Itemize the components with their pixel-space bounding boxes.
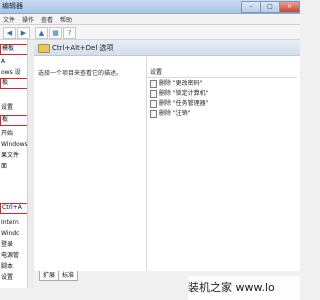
window-title: 编辑器 bbox=[2, 2, 23, 10]
list-column-header[interactable]: 设置 bbox=[147, 67, 297, 78]
menu-file[interactable]: 文件 bbox=[3, 15, 15, 24]
help-icon[interactable]: ? bbox=[63, 27, 76, 39]
tab-standard[interactable]: 标准 bbox=[58, 271, 79, 281]
list-item-label: 删除 "更改密码" bbox=[159, 80, 203, 87]
list-item[interactable]: 删除 "更改密码" bbox=[147, 79, 297, 88]
menu-bar: 文件 操作 查看 帮助 bbox=[0, 14, 300, 25]
up-folder-icon[interactable]: ▲ bbox=[35, 27, 48, 39]
maximize-button[interactable]: □ bbox=[260, 1, 280, 13]
list-item[interactable]: 删除 "注销" bbox=[147, 109, 297, 118]
forward-icon[interactable]: ▶ bbox=[17, 27, 30, 39]
minimize-button[interactable]: – bbox=[241, 1, 261, 13]
folder-icon bbox=[38, 44, 50, 53]
list-item-label: 删除 "注销" bbox=[159, 110, 191, 117]
tab-extended[interactable]: 扩展 bbox=[39, 271, 60, 281]
list-item-label: 删除 "任务管理器" bbox=[159, 100, 209, 107]
content-title: Ctrl+Alt+Del 选项 bbox=[52, 44, 114, 52]
list-item-label: 删除 "锁定计算机" bbox=[159, 90, 209, 97]
content-pane: Ctrl+Alt+Del 选项 选择一个项目来查看它的描述。 设置 删除 "更改… bbox=[34, 40, 300, 271]
description-text: 选择一个项目来查看它的描述。 bbox=[38, 70, 123, 77]
toolbar: ◀ ▶ ▲ ▦ ? bbox=[0, 25, 300, 40]
policy-setting-icon bbox=[150, 100, 157, 108]
list-item[interactable]: 删除 "任务管理器" bbox=[147, 99, 297, 108]
show-hide-tree-icon[interactable]: ▦ bbox=[49, 27, 62, 39]
policy-setting-icon bbox=[150, 110, 157, 118]
back-icon[interactable]: ◀ bbox=[3, 27, 16, 39]
watermark: 装机之家 www.lo bbox=[188, 276, 300, 300]
content-header: Ctrl+Alt+Del 选项 bbox=[34, 40, 300, 56]
menu-help[interactable]: 帮助 bbox=[60, 15, 72, 24]
menu-action[interactable]: 操作 bbox=[22, 15, 34, 24]
policy-setting-icon bbox=[150, 90, 157, 98]
tree-scrollbar[interactable] bbox=[27, 40, 34, 288]
policy-setting-icon bbox=[150, 80, 157, 88]
list-item[interactable]: 删除 "锁定计算机" bbox=[147, 89, 297, 98]
title-bar: 编辑器 – □ × bbox=[0, 0, 300, 14]
menu-view[interactable]: 查看 bbox=[41, 15, 53, 24]
close-button[interactable]: × bbox=[279, 1, 300, 13]
